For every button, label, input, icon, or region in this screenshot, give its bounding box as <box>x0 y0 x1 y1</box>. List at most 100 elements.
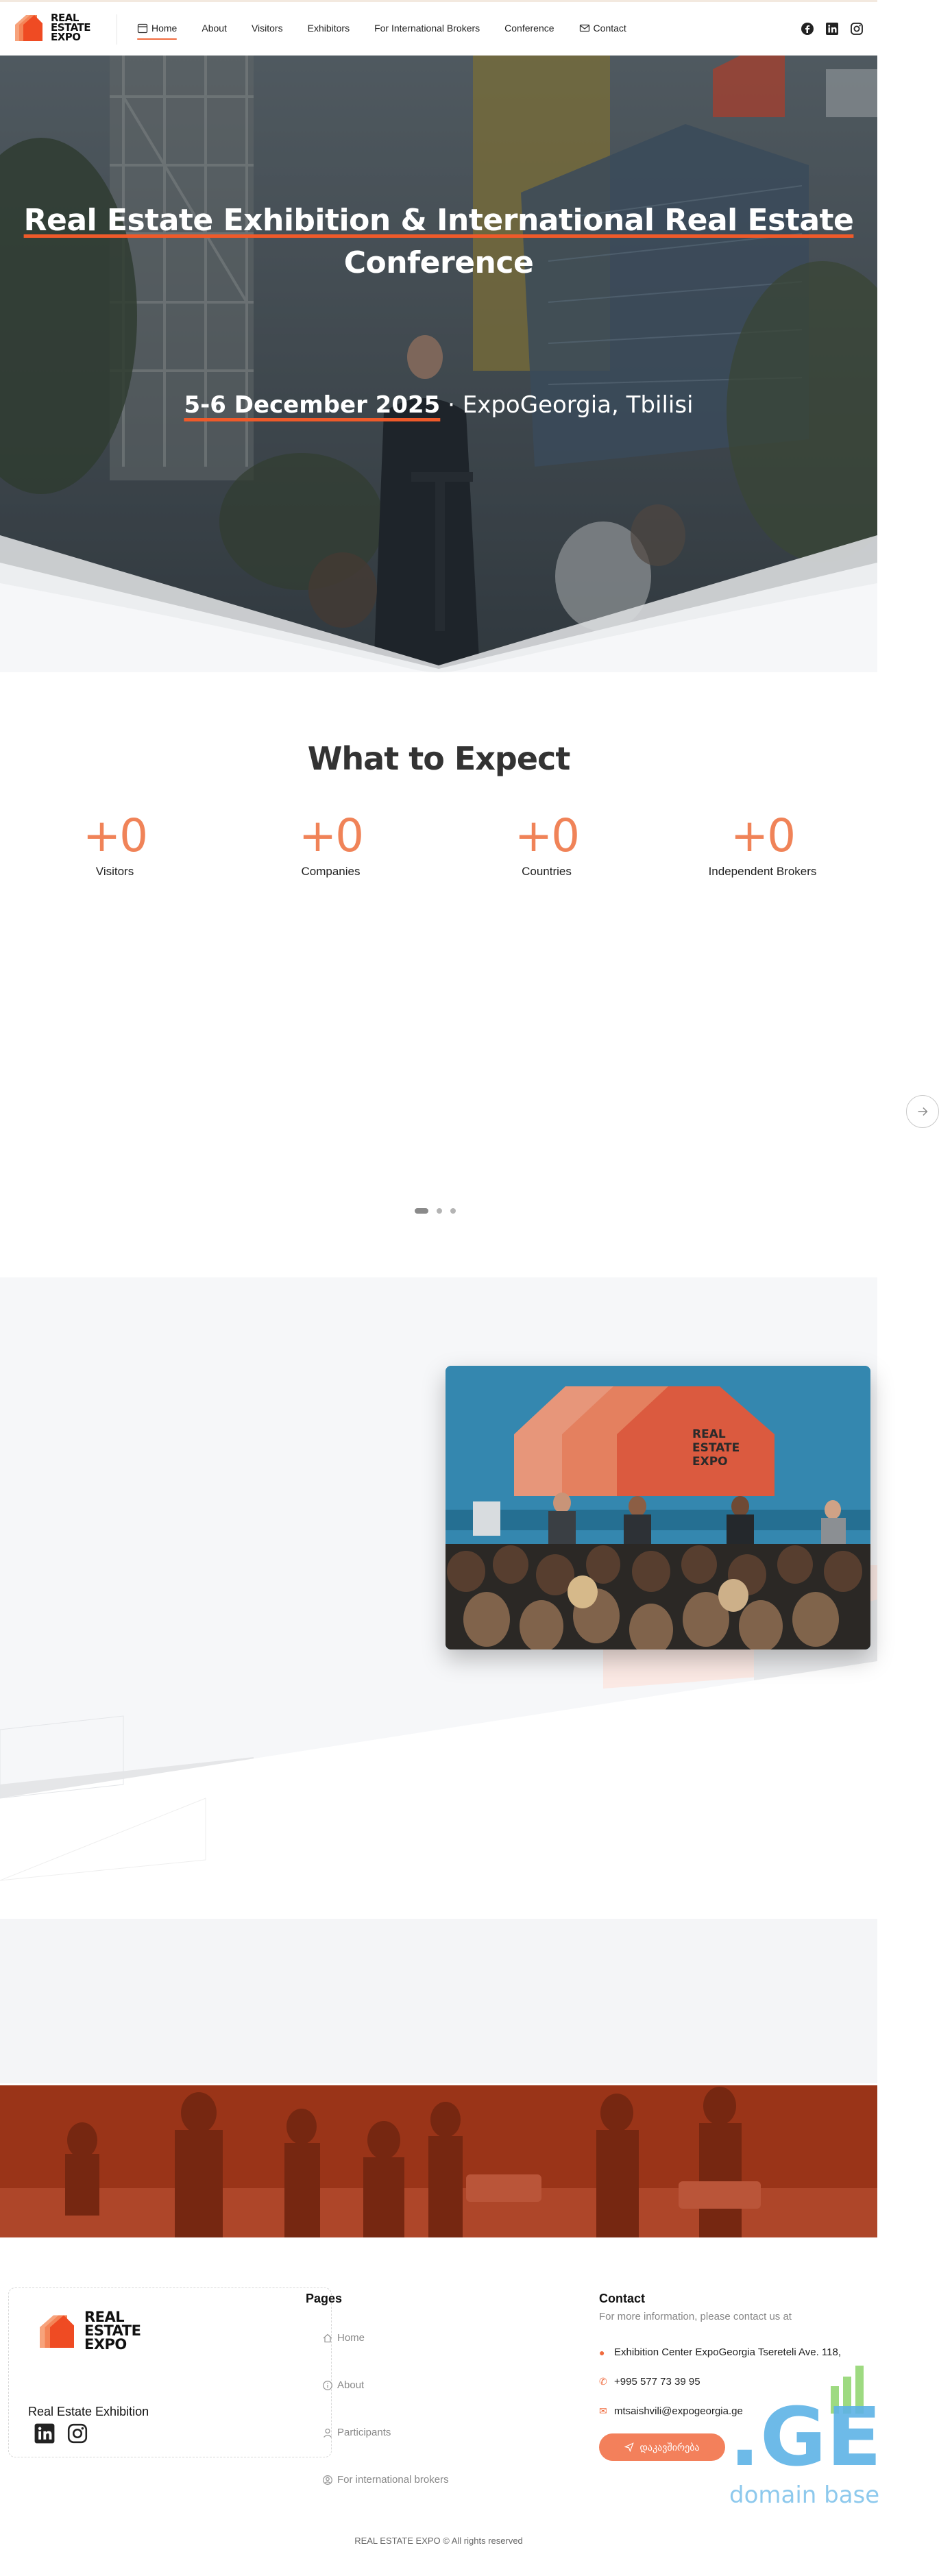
content-band <box>0 1919 877 2083</box>
footer-link-home[interactable]: Home <box>322 2332 365 2344</box>
stat-value: +0 <box>82 809 148 862</box>
footer-link-label: Home <box>337 2332 365 2344</box>
footer-link-international-brokers[interactable]: For international brokers <box>322 2474 449 2486</box>
contact-button[interactable]: დაკავშირება <box>599 2433 725 2461</box>
slider-dot[interactable] <box>415 1208 428 1214</box>
footer-contact-title: Contact <box>599 2292 645 2305</box>
badge-text: .GE <box>729 2390 879 2484</box>
phone-icon: ✆ <box>599 2376 607 2387</box>
location-pin-icon: ● <box>599 2346 605 2358</box>
svg-text:EXPO: EXPO <box>692 1455 728 1469</box>
calendar-icon <box>137 23 148 34</box>
hero-title-line1: Real Estate Exhibition & International R… <box>23 203 854 238</box>
nav-about-label: About <box>202 23 227 34</box>
stat-companies: +0 Companies <box>223 809 439 879</box>
contact-email-text: mtsaishvili@expogeorgia.ge <box>614 2405 743 2417</box>
slider-dot[interactable] <box>450 1208 456 1214</box>
stat-label: Companies <box>301 865 361 878</box>
nav-exhibitors[interactable]: Exhibitors <box>308 21 350 36</box>
stat-value: +0 <box>298 809 364 862</box>
footer-link-about[interactable]: About <box>322 2379 364 2391</box>
nav-conference-label: Conference <box>504 23 554 34</box>
hero-location: · ExpoGeorgia, Tbilisi <box>440 391 694 419</box>
slider-next-button[interactable] <box>906 1095 939 1128</box>
logo-text: REAL ESTATE EXPO <box>51 12 91 43</box>
contact-button-label: დაკავშირება <box>639 2441 700 2453</box>
stat-value: +0 <box>514 809 580 862</box>
nav-contact-label: Contact <box>593 23 626 34</box>
nav-conference[interactable]: Conference <box>504 21 554 36</box>
contact-email[interactable]: ✉ mtsaishvili@expogeorgia.ge <box>599 2405 743 2417</box>
nav-visitors[interactable]: Visitors <box>252 21 283 36</box>
footer-link-label: For international brokers <box>337 2474 449 2486</box>
nav-exhibitors-label: Exhibitors <box>307 23 350 34</box>
footer-contact-subtitle: For more information, please contact us … <box>599 2311 792 2322</box>
stat-label: Independent Brokers <box>708 865 817 878</box>
contact-phone-text: +995 577 73 39 95 <box>614 2376 700 2388</box>
logo-house-icon <box>40 2315 74 2348</box>
site-header: REAL ESTATE EXPO Home About Visitors Exh… <box>0 2 877 56</box>
user-circle-icon <box>323 2475 332 2485</box>
nav-home[interactable]: Home <box>137 21 178 40</box>
hero-title-line2: Conference <box>343 245 534 280</box>
footer-logo-text: REAL ESTATE EXPO <box>84 2309 141 2353</box>
contact-address-text: Exhibition Center ExpoGeorgia Tsereteli … <box>614 2346 842 2358</box>
svg-text:REAL: REAL <box>692 1427 726 1441</box>
linkedin-icon[interactable] <box>825 22 839 36</box>
footer-socials <box>34 2422 88 2444</box>
nav-visitors-label: Visitors <box>251 23 283 34</box>
header-socials <box>801 22 864 36</box>
footer-link-label: About <box>337 2379 365 2391</box>
footer-link-participants[interactable]: Participants <box>322 2427 391 2438</box>
site-logo[interactable]: REAL ESTATE EXPO <box>12 11 91 44</box>
contact-address: ● Exhibition Center ExpoGeorgia Tseretel… <box>599 2346 841 2358</box>
event-banner-photo <box>0 2085 877 2237</box>
conference-photo-image: REAL ESTATE EXPO <box>446 1366 870 1649</box>
nav-about[interactable]: About <box>202 21 227 36</box>
copyright-text: REAL ESTATE EXPO © All rights reserved <box>354 2536 523 2546</box>
user-icon <box>324 2428 332 2438</box>
stat-label: Countries <box>522 865 572 878</box>
send-icon <box>624 2442 635 2452</box>
stat-independent-brokers: +0 Independent Brokers <box>655 809 870 879</box>
expect-title: What to Expect <box>307 740 571 777</box>
stat-visitors: +0 Visitors <box>7 809 223 879</box>
main-nav: Home About Visitors Exhibitors For Inter… <box>137 21 651 40</box>
conference-photo: REAL ESTATE EXPO <box>446 1366 870 1649</box>
stat-countries: +0 Countries <box>439 809 655 879</box>
home-icon <box>323 2333 332 2342</box>
hero-subtitle: 5-6 December 2025 · ExpoGeorgia, Tbilisi <box>0 391 877 419</box>
linkedin-icon[interactable] <box>34 2422 56 2444</box>
slider-dot[interactable] <box>437 1208 442 1214</box>
page: REAL ESTATE EXPO Home About Visitors Exh… <box>0 0 939 2576</box>
stat-label: Visitors <box>95 865 134 878</box>
instagram-icon[interactable] <box>66 2422 88 2444</box>
info-icon <box>323 2380 332 2390</box>
svg-text:ESTATE: ESTATE <box>692 1441 740 1455</box>
footer-pages-title: Pages <box>306 2292 343 2305</box>
hero-section: Real Estate Exhibition & International R… <box>0 56 877 672</box>
facebook-icon[interactable] <box>801 22 814 36</box>
stats-row: +0 Visitors +0 Companies +0 Countries +0… <box>0 809 877 879</box>
footer-link-label: Participants <box>337 2427 391 2438</box>
event-banner-image <box>0 2085 877 2237</box>
hero-background-photo <box>0 56 877 672</box>
logo-house-icon <box>15 15 42 41</box>
arrow-right-icon <box>918 1107 928 1116</box>
domain-base-badge[interactable]: .GE domain base <box>728 2366 879 2510</box>
slider-dots <box>415 1208 456 1214</box>
contact-phone[interactable]: ✆ +995 577 73 39 95 <box>599 2376 700 2388</box>
footer-company-name: Real Estate Exhibition <box>28 2405 149 2418</box>
email-icon: ✉ <box>599 2405 607 2416</box>
nav-home-label: Home <box>151 23 178 34</box>
footer-logo[interactable]: REAL ESTATE EXPO <box>36 2309 141 2353</box>
hero-title: Real Estate Exhibition & International R… <box>0 199 877 284</box>
stat-value: +0 <box>730 809 796 862</box>
nav-contact[interactable]: Contact <box>579 21 626 36</box>
nav-international-brokers[interactable]: For International Brokers <box>374 21 480 36</box>
footer-brand-card: REAL ESTATE EXPO Real Estate Exhibition <box>8 2287 332 2457</box>
instagram-icon[interactable] <box>850 22 864 36</box>
nav-brokers-label: For International Brokers <box>374 23 480 34</box>
badge-subtext: domain base <box>729 2481 879 2509</box>
mail-icon <box>579 24 589 32</box>
